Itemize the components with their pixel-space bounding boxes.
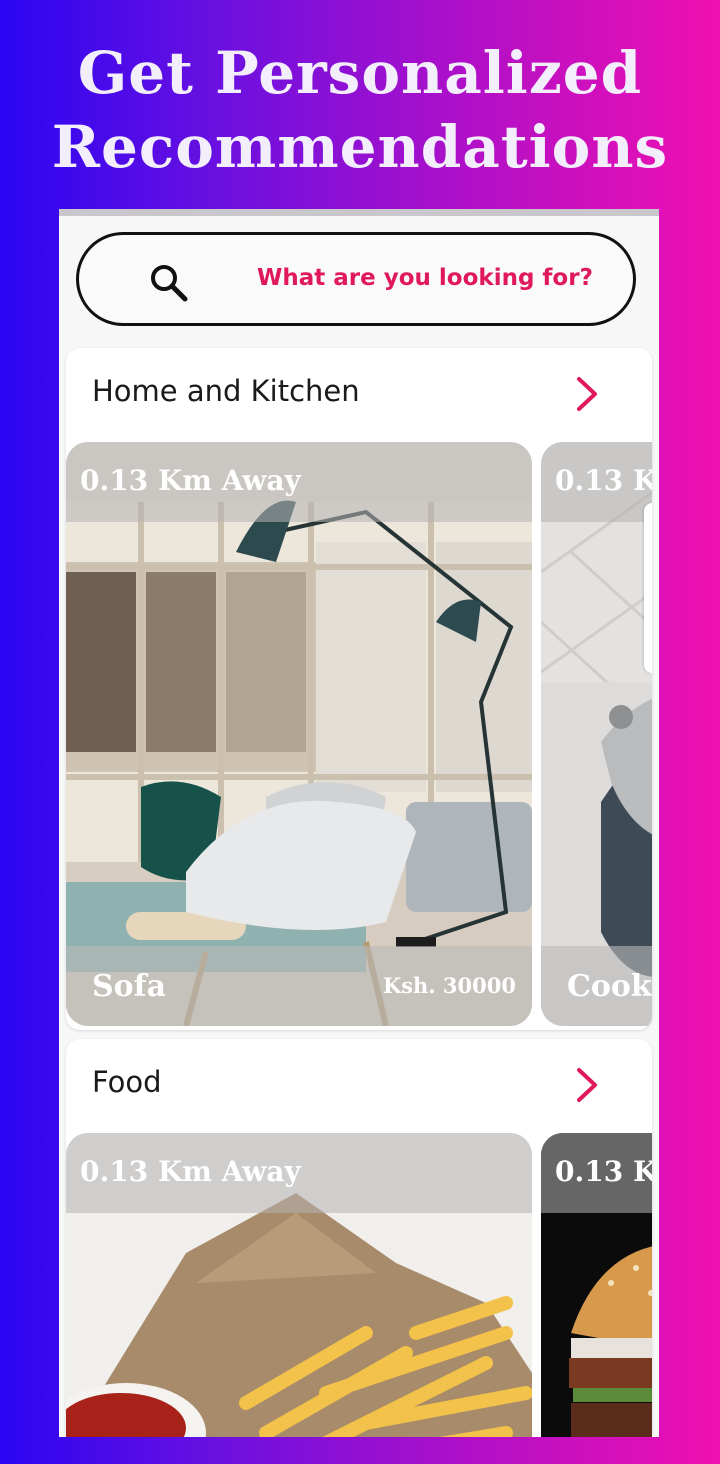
product-name: Sofa [92, 969, 167, 1004]
chevron-right-icon[interactable] [574, 376, 600, 412]
section-title: Food [92, 1065, 162, 1099]
card-header-overlay: 0.13 Km Away [541, 442, 652, 522]
distance-label: 0.13 Km Away [555, 1155, 652, 1188]
card-header-overlay: 0.13 Km Away [541, 1133, 652, 1213]
sofa-photo [66, 442, 532, 1026]
card-footer-overlay: Cooki [541, 946, 652, 1026]
section-title: Home and Kitchen [92, 374, 360, 408]
card-header-overlay: 0.13 Km Away [66, 442, 532, 522]
headline-line-1: Get Personalized [77, 39, 643, 107]
product-card-sofa[interactable]: 0.13 Km Away Sofa Ksh. 30000 [66, 442, 532, 1026]
product-price: Ksh. 30000 [382, 973, 516, 998]
distance-label: 0.13 Km Away [555, 464, 652, 497]
product-card-fries[interactable]: 0.13 Km Away [66, 1133, 532, 1437]
distance-label: 0.13 Km Away [80, 464, 301, 497]
section-home-and-kitchen: Home and Kitchen 0.13 Km Away Sofa Ksh. … [66, 348, 652, 1030]
cookware-photo [541, 442, 652, 1026]
section-food: Food 0.13 Km Away 0.13 [66, 1039, 652, 1437]
headline-line-2: Recommendations [51, 113, 669, 181]
chevron-right-icon[interactable] [574, 1067, 600, 1103]
app-screen: What are you looking for? Home and Kitch… [59, 209, 659, 1437]
distance-label: 0.13 Km Away [80, 1155, 301, 1188]
search-icon [151, 265, 188, 302]
product-card-cooking[interactable]: 0.13 Km Away Cooki [541, 442, 652, 1026]
product-name: Cooki [567, 969, 652, 1004]
promo-headline: Get Personalized Recommendations [0, 36, 720, 184]
search-bar[interactable]: What are you looking for? [76, 232, 636, 326]
product-card-burger[interactable]: 0.13 Km Away [541, 1133, 652, 1437]
card-footer-overlay: Sofa Ksh. 30000 [66, 946, 532, 1026]
next-section-edge [644, 503, 652, 673]
search-placeholder[interactable]: What are you looking for? [257, 265, 593, 291]
card-header-overlay: 0.13 Km Away [66, 1133, 532, 1213]
